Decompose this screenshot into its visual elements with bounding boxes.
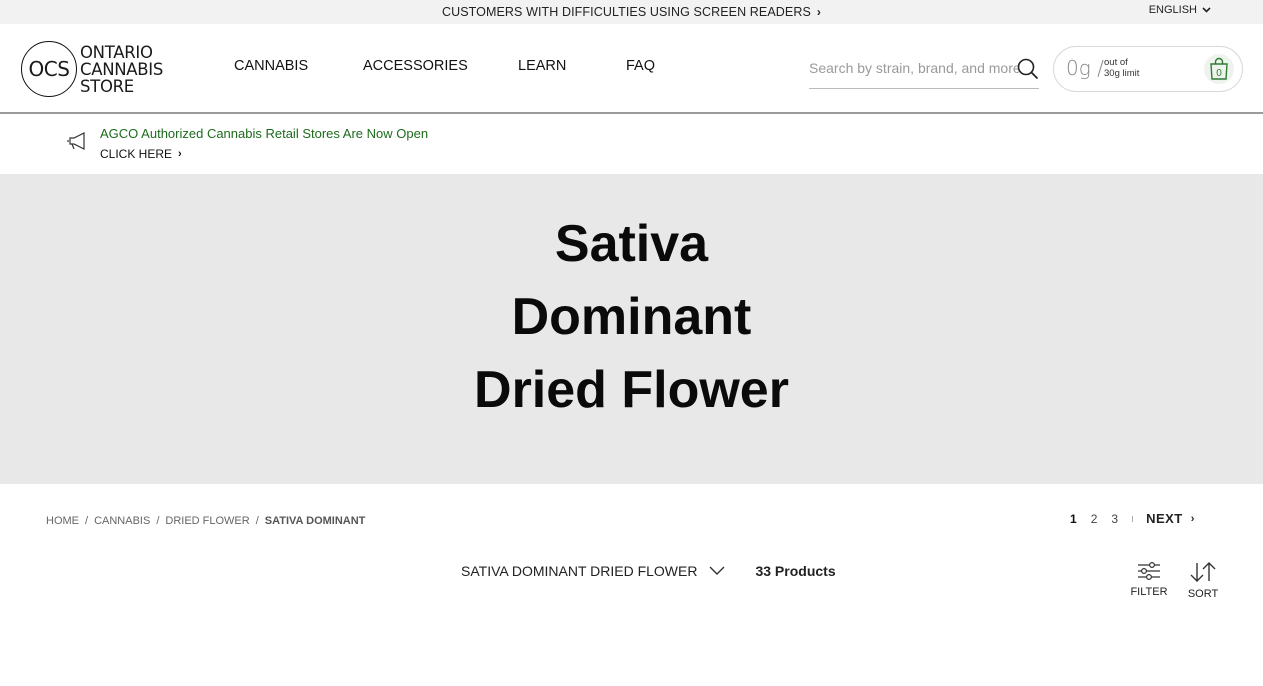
nav-cannabis[interactable]: CANNABIS — [234, 58, 363, 74]
chevron-right-icon: › — [816, 5, 822, 19]
logo-line-3: STORE — [80, 76, 134, 96]
announcement-message: AGCO Authorized Cannabis Retail Stores A… — [100, 126, 429, 141]
logo-line-1: ONTARIO — [80, 42, 153, 62]
next-page-button[interactable]: NEXT › — [1146, 511, 1195, 526]
category-hero: Sativa Dominant Dried Flower — [0, 174, 1263, 484]
cart-count: 0 — [1216, 68, 1222, 79]
category-dropdown[interactable]: SATIVA DOMINANT DRIED FLOWER — [461, 563, 725, 579]
breadcrumb: HOME / CANNABIS / DRIED FLOWER / SATIVA … — [46, 515, 366, 527]
breadcrumb-current: SATIVA DOMINANT — [264, 515, 366, 527]
chevron-down-icon — [709, 566, 725, 575]
listing-header: SATIVA DOMINANT DRIED FLOWER 33 Products — [461, 563, 836, 579]
search-input[interactable] — [809, 54, 1019, 82]
logo-mark: OCS — [21, 41, 77, 97]
nav-learn[interactable]: LEARN — [518, 58, 626, 74]
breadcrumb-home[interactable]: HOME — [46, 515, 79, 527]
filter-button[interactable]: FILTER — [1129, 561, 1169, 598]
chevron-right-icon: › — [1190, 512, 1195, 525]
top-utility-bar: CUSTOMERS WITH DIFFICULTIES USING SCREEN… — [0, 0, 1263, 24]
page-2-link[interactable]: 2 — [1091, 512, 1098, 526]
pagination-divider — [1132, 515, 1134, 522]
cart-widget[interactable]: 0g / out of 30g limit 0 — [1053, 46, 1243, 92]
chevron-down-icon — [1202, 5, 1211, 15]
site-header: OCS ONTARIO CANNABIS STORE CANNABIS ACCE… — [0, 24, 1263, 114]
page-title-line-2: Dominant — [511, 288, 752, 346]
category-dropdown-label: SATIVA DOMINANT DRIED FLOWER — [461, 563, 698, 579]
nav-accessories[interactable]: ACCESSORIES — [363, 58, 518, 74]
search-icon[interactable] — [1017, 58, 1039, 80]
language-label: ENGLISH — [1148, 4, 1197, 16]
ocs-logo[interactable]: OCS ONTARIO CANNABIS STORE — [21, 41, 163, 97]
logo-wordmark: ONTARIO CANNABIS STORE — [80, 44, 163, 95]
screen-reader-help-label: CUSTOMERS WITH DIFFICULTIES USING SCREEN… — [441, 5, 811, 19]
click-here-label: CLICK HERE — [100, 147, 173, 161]
search-bar — [809, 54, 1039, 89]
announcement-click-here-link[interactable]: CLICK HERE › — [100, 147, 182, 161]
main-nav: CANNABIS ACCESSORIES LEARN FAQ — [234, 58, 655, 74]
megaphone-icon — [66, 130, 90, 152]
filter-sliders-icon — [1138, 561, 1160, 581]
language-selector[interactable]: ENGLISH — [1149, 4, 1211, 16]
cart-limit: out of 30g limit — [1104, 57, 1140, 79]
filter-label: FILTER — [1130, 586, 1168, 598]
sort-arrows-icon — [1190, 562, 1216, 582]
sort-label: SORT — [1187, 588, 1219, 600]
product-count: 33 Products — [755, 563, 836, 579]
breadcrumb-dried-flower[interactable]: DRIED FLOWER — [165, 515, 249, 527]
page-1-link[interactable]: 1 — [1070, 512, 1077, 526]
page-title-line-1: Sativa — [554, 215, 709, 273]
cart-grams: 0g / — [1066, 56, 1104, 80]
sort-button[interactable]: SORT — [1183, 561, 1223, 600]
next-page-label: NEXT — [1146, 511, 1183, 526]
page-title-line-3: Dried Flower — [474, 361, 789, 419]
shopping-bag-icon[interactable]: 0 — [1204, 54, 1234, 84]
nav-faq[interactable]: FAQ — [626, 58, 655, 74]
announcement-banner: AGCO Authorized Cannabis Retail Stores A… — [0, 116, 1263, 174]
screen-reader-help-link[interactable]: CUSTOMERS WITH DIFFICULTIES USING SCREEN… — [0, 0, 1263, 24]
logo-line-2: CANNABIS — [80, 59, 164, 79]
pagination: 1 2 3 NEXT › — [1070, 511, 1195, 526]
breadcrumb-cannabis[interactable]: CANNABIS — [94, 515, 150, 527]
page-title: Sativa Dominant Dried Flower — [0, 208, 1263, 427]
chevron-right-icon: › — [178, 148, 182, 160]
page-3-link[interactable]: 3 — [1111, 512, 1118, 526]
